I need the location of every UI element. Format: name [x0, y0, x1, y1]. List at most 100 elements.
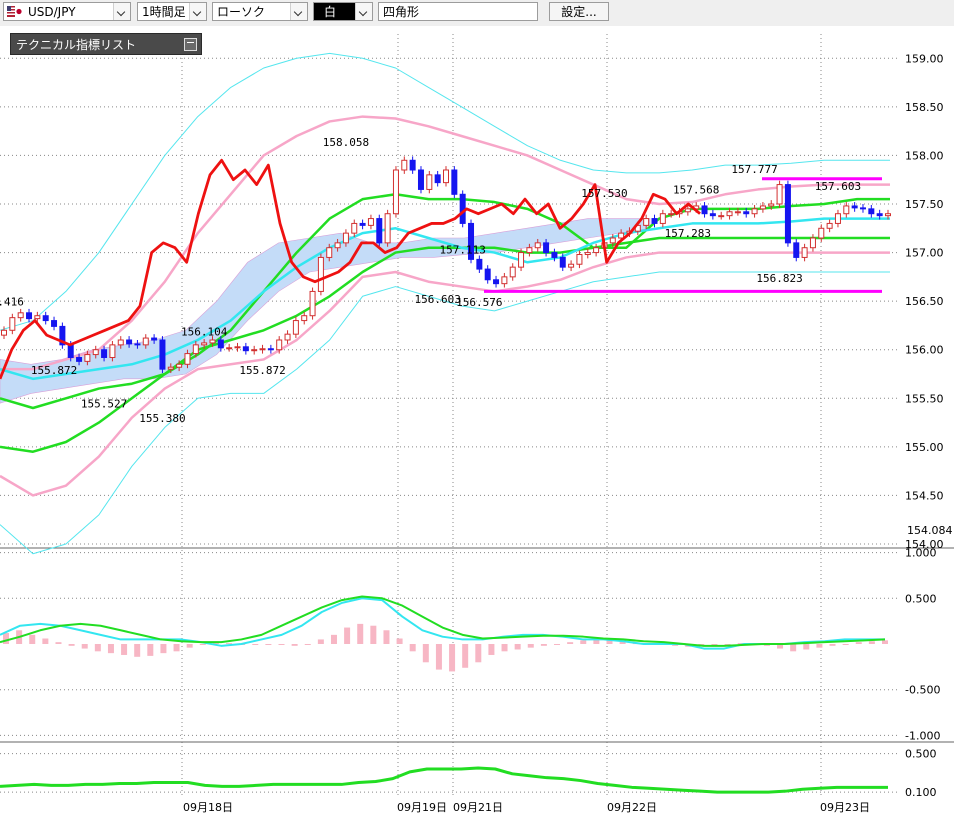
candle-body: [242, 346, 249, 352]
macd-histogram-bar: [816, 644, 823, 648]
candle-body: [9, 317, 16, 331]
currency-pair-select[interactable]: USD/JPY: [3, 2, 131, 21]
candle-body: [351, 222, 358, 234]
candle-body: [593, 247, 600, 254]
macd-histogram-bar: [567, 642, 574, 644]
price-annotation: 155.380: [139, 412, 185, 425]
oscillator-panel: [0, 766, 888, 794]
chart-area[interactable]: 56.416 155.872 155.527 155.380 156.104 155.87…: [0, 26, 954, 821]
drawing-tool-field[interactable]: 四角形: [378, 2, 538, 21]
macd-tick-label: -0.500: [905, 684, 940, 697]
candle-body: [417, 169, 424, 190]
macd-histogram-bar: [173, 644, 180, 652]
oscillator-tick-label: 0.500: [905, 748, 937, 761]
chart-style-label: ローソク: [217, 5, 266, 19]
macd-histogram-bar: [344, 627, 351, 644]
candle-body: [251, 349, 258, 352]
macd-tick-label: 0.500: [905, 592, 937, 605]
macd-histogram-bar: [147, 644, 154, 656]
price-annotation: 155.527: [81, 398, 127, 411]
color-select[interactable]: 白: [313, 2, 373, 21]
candle-body: [484, 268, 491, 281]
price-panel: 56.416 155.872 155.527 155.380 156.104 155.87…: [0, 52, 891, 555]
price-tick-label: 158.00: [905, 149, 944, 162]
candle-body: [259, 348, 266, 351]
macd-histogram-bar: [803, 644, 810, 650]
candle-body: [659, 213, 666, 224]
macd-panel: [0, 595, 888, 672]
candle-body: [551, 252, 558, 258]
candle-body: [668, 213, 675, 216]
candle-body: [501, 276, 508, 285]
candle-body: [401, 159, 408, 171]
candle-body: [326, 247, 333, 258]
macd-histogram-bar: [357, 623, 364, 644]
candle-body: [776, 184, 783, 205]
settings-label: 設定...: [561, 5, 597, 19]
chart-style-select[interactable]: ローソク: [212, 2, 308, 21]
candle-body: [267, 348, 274, 351]
macd-histogram-bar: [317, 639, 324, 644]
chevron-down-icon[interactable]: [290, 3, 307, 20]
minimize-icon[interactable]: [184, 38, 197, 51]
candle-body: [559, 256, 566, 268]
macd-histogram-bar: [107, 644, 114, 654]
price-annotation: 157.113: [439, 244, 485, 257]
current-price-label: 154.084: [907, 524, 953, 537]
candle-body: [476, 258, 483, 270]
macd-histogram-bar: [435, 644, 442, 670]
price-annotation: 158.058: [323, 136, 369, 149]
date-tick-label: 09月22日: [607, 801, 657, 814]
candle-body: [768, 203, 775, 207]
candle-body: [568, 263, 575, 268]
oscillator-line: [0, 766, 888, 794]
candle-body: [426, 174, 433, 190]
candle-body: [701, 205, 708, 215]
macd-histogram-bar: [81, 644, 88, 649]
candle-body: [159, 339, 166, 370]
indicator-list-panel[interactable]: テクニカル指標リスト: [10, 33, 202, 55]
candle-body: [392, 169, 399, 215]
candle-body: [509, 266, 516, 278]
price-tick-label: 156.00: [905, 344, 944, 357]
candle-body: [26, 312, 33, 320]
candle-body: [301, 315, 308, 322]
chevron-down-icon[interactable]: [355, 3, 372, 20]
price-axis: 159.00 158.50 158.00 157.50 157.00 156.50 156.…: [905, 52, 953, 799]
macd-tick-label: 1.000: [905, 547, 937, 560]
candle-body: [184, 353, 191, 365]
macd-line: [0, 597, 885, 650]
macd-histogram-bar: [501, 644, 508, 652]
candle-body: [726, 211, 733, 217]
macd-histogram-bar: [540, 644, 547, 646]
candle-body: [743, 211, 750, 215]
candle-body: [793, 242, 800, 258]
price-tick-label: 156.50: [905, 295, 944, 308]
date-tick-label: 09月21日: [453, 801, 503, 814]
candle-body: [801, 247, 808, 258]
candle-body: [451, 169, 458, 195]
chevron-down-icon[interactable]: [113, 3, 130, 20]
settings-button[interactable]: 設定...: [549, 2, 609, 21]
candle-body: [284, 333, 291, 341]
candle-body: [201, 342, 208, 346]
us-jp-flag-icon: [7, 6, 23, 17]
price-annotation: 155.872: [31, 364, 77, 377]
candle-body: [17, 312, 24, 319]
macd-histogram-bar: [462, 644, 469, 668]
macd-histogram-bar: [449, 644, 456, 672]
chevron-down-icon[interactable]: [189, 3, 206, 20]
date-tick-label: 09月23日: [820, 801, 870, 814]
timeframe-select[interactable]: 1時間足: [137, 2, 207, 21]
indicator-list-label: テクニカル指標リスト: [16, 38, 137, 52]
macd-histogram-bar: [291, 644, 298, 646]
macd-histogram-bar: [160, 644, 167, 654]
candle-body: [718, 215, 725, 218]
macd-histogram-bar: [265, 644, 272, 645]
candle-body: [309, 290, 316, 317]
candle-body: [192, 344, 199, 355]
candle-body: [876, 213, 883, 217]
candle-body: [643, 218, 650, 226]
macd-histogram-bar: [29, 634, 36, 644]
macd-histogram-bar: [580, 640, 587, 644]
